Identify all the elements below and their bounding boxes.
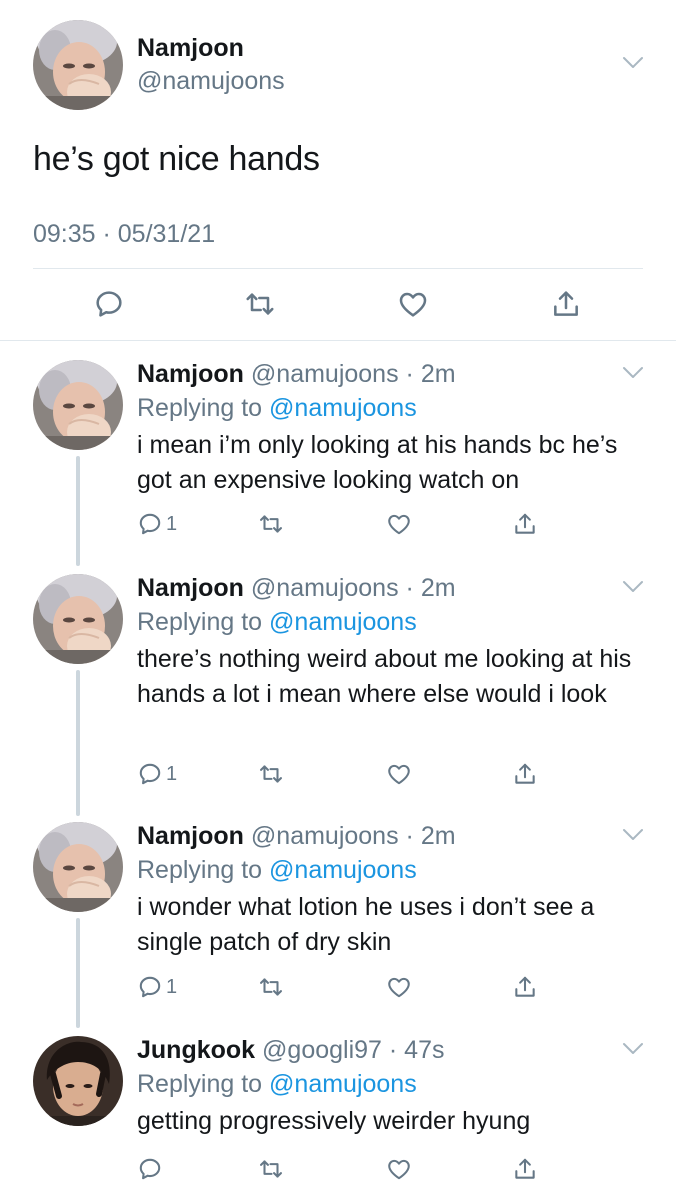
author-handle[interactable]: @namujoons — [137, 67, 285, 96]
replying-to-link[interactable]: @namujoons — [269, 608, 417, 636]
avatar[interactable] — [33, 1036, 123, 1126]
reply-header: Jungkook @googli97 · 47s — [137, 1036, 444, 1065]
replying-to: Replying to @namujoons — [137, 394, 417, 423]
tweet-text: he’s got nice hands — [33, 140, 320, 178]
separator-dot: · — [398, 360, 421, 388]
avatar[interactable] — [33, 360, 123, 450]
like-icon[interactable] — [386, 974, 412, 1000]
share-icon[interactable] — [512, 761, 538, 787]
replying-to: Replying to @namujoons — [137, 608, 417, 637]
separator-dot: · — [398, 822, 421, 850]
reply-actions: 1 — [0, 974, 676, 1004]
replying-to: Replying to @namujoons — [137, 856, 417, 885]
reply-time[interactable]: 2m — [421, 822, 456, 850]
author-handle[interactable]: @namujoons — [251, 360, 399, 388]
chevron-down-icon[interactable] — [622, 828, 644, 842]
replying-to-link[interactable]: @namujoons — [269, 394, 417, 422]
replying-to-link[interactable]: @namujoons — [269, 1070, 417, 1098]
reply-actions: 1 — [0, 511, 676, 541]
reply-header: Namjoon @namujoons · 2m — [137, 822, 456, 851]
replying-label: Replying to — [137, 1070, 270, 1098]
author-handle[interactable]: @namujoons — [251, 822, 399, 850]
like-icon[interactable] — [386, 1156, 412, 1182]
replying-to: Replying to @namujoons — [137, 1070, 417, 1099]
reply-actions: 1 — [0, 761, 676, 791]
reply-icon[interactable] — [137, 974, 163, 1000]
retweet-icon[interactable] — [258, 511, 284, 537]
reply-text: there’s nothing weird about me looking a… — [137, 645, 632, 708]
thread-line — [76, 670, 80, 816]
chevron-down-icon[interactable] — [622, 1042, 644, 1056]
reply-header: Namjoon @namujoons · 2m — [137, 574, 456, 603]
separator-dot: · — [398, 574, 421, 602]
author-handle[interactable]: @googli97 — [262, 1036, 382, 1064]
reply-icon[interactable] — [137, 511, 163, 537]
replying-label: Replying to — [137, 608, 270, 636]
retweet-icon[interactable] — [258, 1156, 284, 1182]
divider — [0, 340, 676, 341]
author-name[interactable]: Namjoon — [137, 34, 244, 63]
chevron-down-icon[interactable] — [622, 56, 644, 70]
reply-icon[interactable] — [93, 288, 125, 320]
like-icon[interactable] — [386, 761, 412, 787]
thread-line — [76, 918, 80, 1028]
reply-tweet[interactable]: Namjoon @namujoons · 2m Replying to @nam… — [0, 360, 676, 566]
like-icon[interactable] — [397, 288, 429, 320]
reply-count: 1 — [166, 513, 178, 535]
reply-header: Namjoon @namujoons · 2m — [137, 360, 456, 389]
reply-actions — [0, 1156, 676, 1186]
author-handle[interactable]: @namujoons — [251, 574, 399, 602]
avatar[interactable] — [33, 20, 123, 110]
reply-tweet[interactable]: Namjoon @namujoons · 2m Replying to @nam… — [0, 574, 676, 816]
namjoon-avatar-image — [33, 20, 123, 110]
reply-text: getting progressively weirder hyung — [137, 1107, 531, 1135]
share-icon[interactable] — [512, 974, 538, 1000]
reply-tweet[interactable]: Jungkook @googli97 · 47s Replying to @na… — [0, 1036, 676, 1200]
author-name[interactable]: Namjoon — [137, 360, 244, 388]
avatar[interactable] — [33, 574, 123, 664]
share-icon[interactable] — [512, 1156, 538, 1182]
retweet-icon[interactable] — [244, 288, 276, 320]
main-tweet: Namjoon @namujoons he’s got nice hands 0… — [0, 0, 676, 340]
share-icon[interactable] — [550, 288, 582, 320]
divider — [33, 268, 643, 269]
reply-time[interactable]: 2m — [421, 574, 456, 602]
reply-count: 1 — [166, 763, 178, 785]
chevron-down-icon[interactable] — [622, 580, 644, 594]
author-name[interactable]: Namjoon — [137, 574, 244, 602]
retweet-icon[interactable] — [258, 761, 284, 787]
like-icon[interactable] — [386, 511, 412, 537]
replying-label: Replying to — [137, 856, 270, 884]
reply-text: i wonder what lotion he uses i don’t see… — [137, 893, 595, 956]
separator-dot: · — [381, 1036, 405, 1064]
reply-count: 1 — [166, 976, 178, 998]
reply-icon[interactable] — [137, 1156, 163, 1182]
avatar[interactable] — [33, 822, 123, 912]
author-name[interactable]: Jungkook — [137, 1036, 255, 1064]
reply-text: i mean i’m only looking at his hands bc … — [137, 431, 618, 494]
chevron-down-icon[interactable] — [622, 366, 644, 380]
tweet-timestamp[interactable]: 09:35 · 05/31/21 — [33, 220, 215, 249]
author-name[interactable]: Namjoon — [137, 822, 244, 850]
reply-icon[interactable] — [137, 761, 163, 787]
replying-to-link[interactable]: @namujoons — [269, 856, 417, 884]
replying-label: Replying to — [137, 394, 270, 422]
reply-time[interactable]: 47s — [404, 1036, 444, 1064]
share-icon[interactable] — [512, 511, 538, 537]
retweet-icon[interactable] — [258, 974, 284, 1000]
reply-time[interactable]: 2m — [421, 360, 456, 388]
reply-tweet[interactable]: Namjoon @namujoons · 2m Replying to @nam… — [0, 822, 676, 1032]
